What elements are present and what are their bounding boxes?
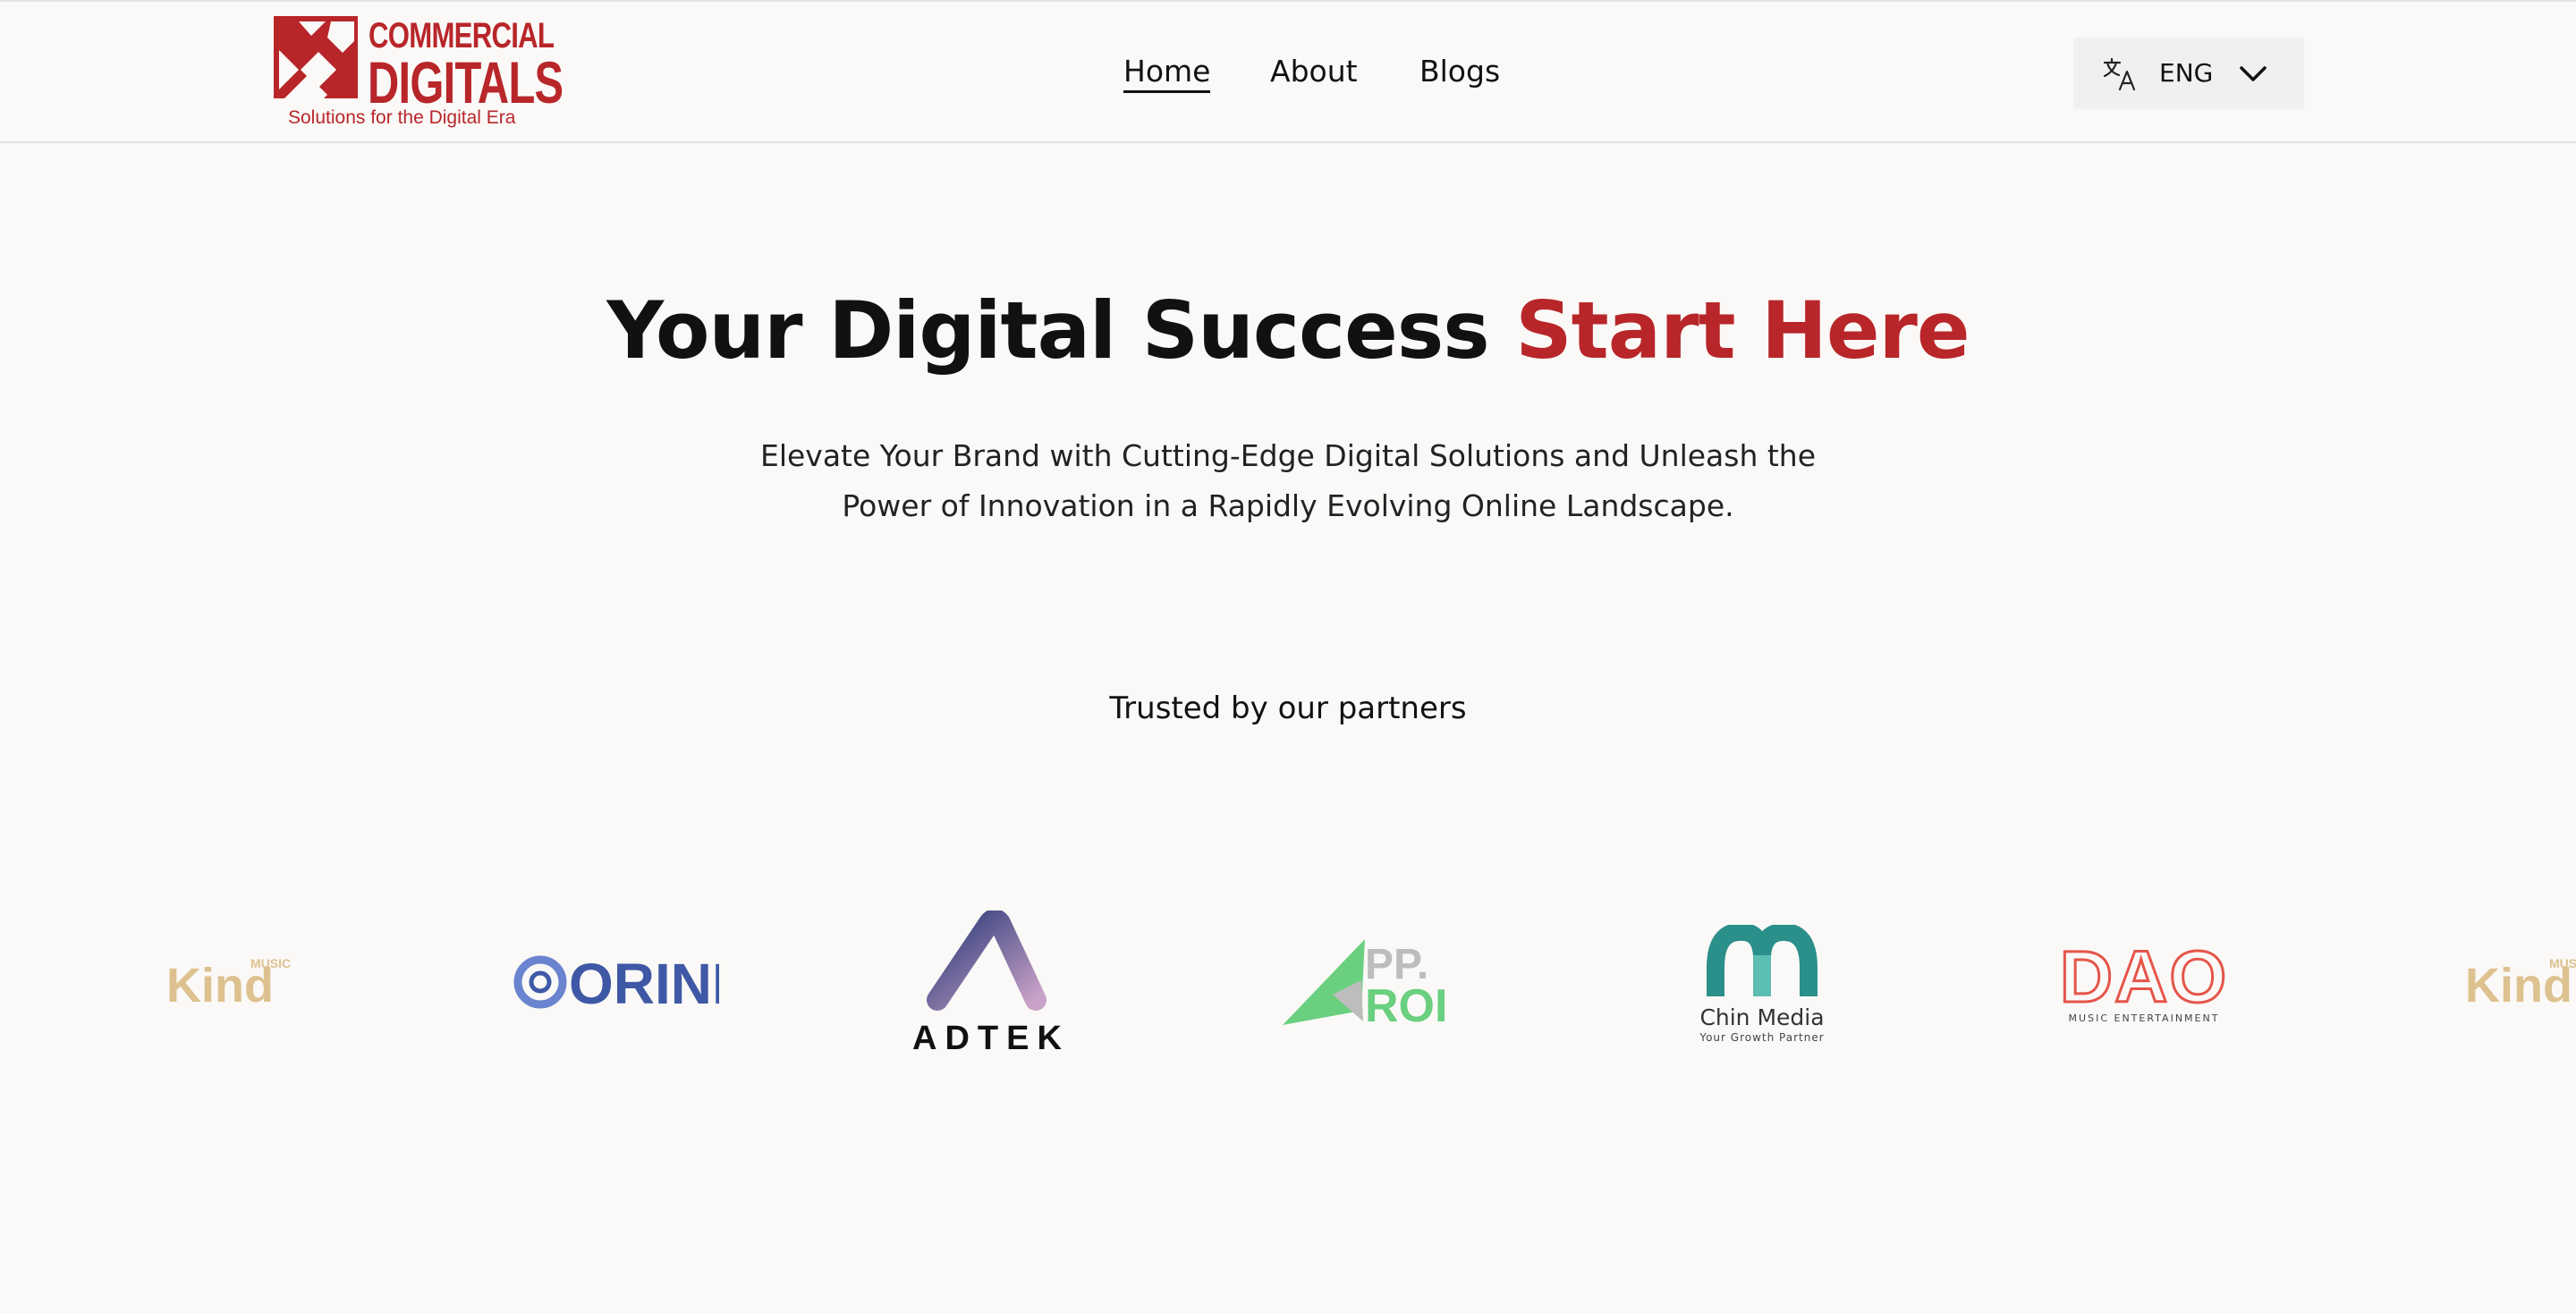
logo-tagline: Solutions for the Digital Era: [288, 107, 516, 128]
svg-text:Your Growth Partner: Your Growth Partner: [1699, 1031, 1824, 1044]
partner-logo-chin-media: Chin Media Your Growth Partner: [1690, 925, 1834, 1045]
hero-title: Your Digital Success Start Here: [0, 284, 2576, 377]
svg-text:MUSIC: MUSIC: [250, 956, 291, 970]
language-label: ENG: [2159, 58, 2214, 88]
nav-about[interactable]: About: [1270, 54, 1358, 89]
partner-logo-adtek: ADTEK: [911, 911, 1080, 1055]
partners-heading: Trusted by our partners: [1109, 690, 1467, 726]
partner-logo-orinn: ORINN: [513, 953, 719, 1011]
nav-home[interactable]: Home: [1123, 54, 1211, 93]
svg-text:Chin Media: Chin Media: [1699, 1004, 1824, 1030]
partner-logo-kind-music: Kind MUSIC: [165, 953, 293, 1007]
svg-text:DAO: DAO: [2061, 943, 2227, 1018]
svg-text:ROI: ROI: [1365, 980, 1447, 1029]
svg-text:ADTEK: ADTEK: [912, 1020, 1070, 1055]
partner-logo-kind-music-2: Kind MUSIC: [2463, 953, 2576, 1007]
translate-icon: [2103, 57, 2136, 91]
nav-blogs[interactable]: Blogs: [1419, 54, 1500, 89]
language-selector[interactable]: ENG: [2073, 38, 2304, 109]
svg-text:MUSIC ENTERTAINMENT: MUSIC ENTERTAINMENT: [2069, 1012, 2220, 1024]
chevron-down-icon: [2240, 66, 2267, 81]
svg-text:MUSIC: MUSIC: [2549, 956, 2576, 970]
hero-title-accent: Start Here: [1515, 284, 1970, 377]
partner-logo-dao: DAO MUSIC ENTERTAINMENT: [2061, 943, 2227, 1025]
svg-text:ORINN: ORINN: [569, 953, 719, 1011]
site-header: COMMERCIAL DIGITALS Solutions for the Di…: [0, 0, 2576, 143]
hero-title-main: Your Digital Success: [606, 284, 1489, 377]
partner-logo-pp-roi: PP. ROI: [1279, 936, 1458, 1029]
hero-subtitle: Elevate Your Brand with Cutting-Edge Dig…: [759, 438, 1817, 523]
